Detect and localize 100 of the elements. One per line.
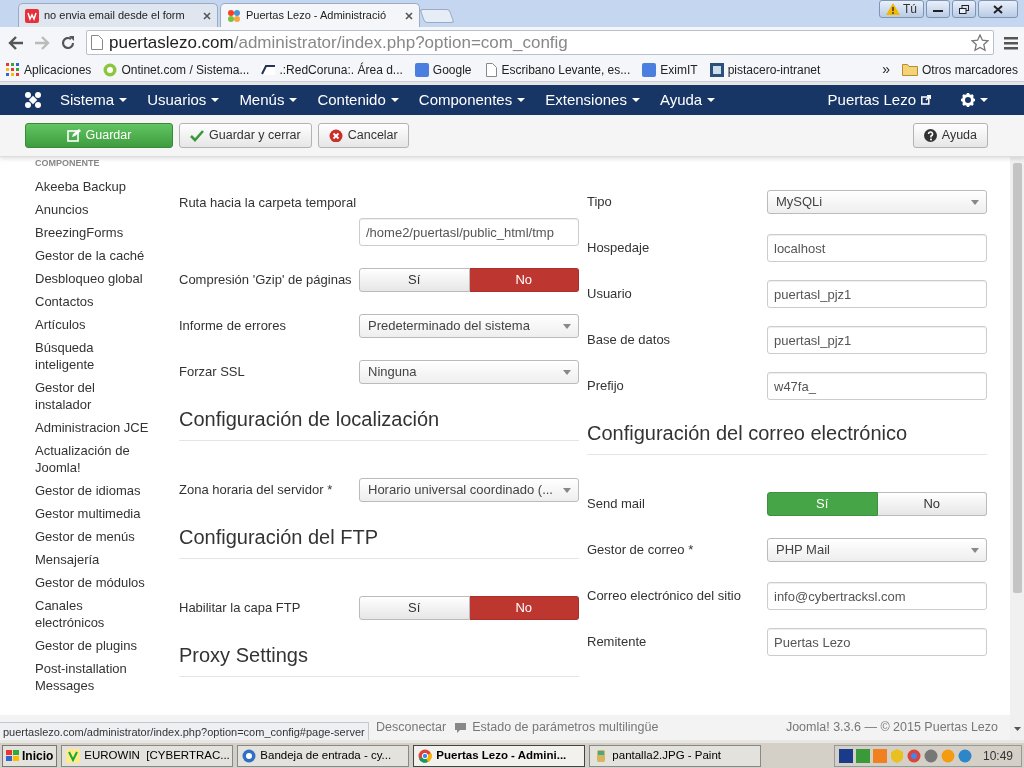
bookmark-link[interactable]: Escribano Levante, es... xyxy=(501,60,631,79)
dropdown-arrow-icon xyxy=(971,547,979,553)
taskbar-window[interactable]: Puertas Lezo - Admini... xyxy=(413,744,586,767)
save-close-button[interactable]: Guardar y cerrar xyxy=(179,123,312,148)
dropdown-arrow-icon xyxy=(971,199,979,205)
sidebar-link[interactable]: Actualización de Joomla! xyxy=(35,439,153,479)
minimize-button[interactable] xyxy=(926,0,950,18)
browser-icon xyxy=(418,748,433,763)
help-button[interactable]: Ayuda xyxy=(912,123,988,148)
cancel-button[interactable]: Cancelar xyxy=(317,123,409,148)
sidebar-link[interactable]: Administracion JCE xyxy=(35,416,153,439)
footer-link[interactable]: Desconectar xyxy=(376,718,447,737)
caret-icon xyxy=(211,98,220,102)
star-icon[interactable] xyxy=(971,33,989,52)
apps-icon xyxy=(6,62,20,77)
back-icon[interactable] xyxy=(8,35,24,50)
globe-icon xyxy=(103,62,118,77)
text-field[interactable]: info@cybertracksl.com xyxy=(767,582,987,610)
toggle-option[interactable]: Sí xyxy=(359,268,470,292)
nav-menu[interactable]: Ayuda xyxy=(649,88,726,112)
sidebar-link[interactable]: Mensajería xyxy=(35,548,153,571)
caret-icon xyxy=(631,98,640,102)
sidebar-link[interactable]: Post-installation Messages xyxy=(35,657,153,697)
text-field[interactable]: puertasl_pjz1 xyxy=(767,326,987,354)
site-icon xyxy=(709,62,724,77)
user-button[interactable]: Tú xyxy=(879,0,924,18)
logo-icon[interactable] xyxy=(24,91,42,109)
caret-icon xyxy=(390,98,399,102)
sidebar-link[interactable]: Artículos xyxy=(35,313,153,336)
reload-icon[interactable] xyxy=(60,34,76,51)
site-link[interactable]: Puertas Lezo xyxy=(817,88,941,112)
sidebar-link[interactable]: Gestor de plugins xyxy=(35,634,153,657)
copyright-text: Joomla! 3.3.6 — © 2015 Puertas Lezo xyxy=(785,719,998,737)
taskbar-window[interactable]: Bandeja de entrada - cy... xyxy=(237,744,410,767)
sidebar-link[interactable]: Búsqueda inteligente xyxy=(35,336,153,376)
dropdown[interactable]: Ninguna xyxy=(359,360,579,384)
app-icon xyxy=(242,748,257,763)
bookmark-link[interactable]: Google xyxy=(432,60,472,79)
dropdown[interactable]: PHP Mail xyxy=(767,538,987,562)
menu-icon[interactable] xyxy=(1004,35,1018,50)
flower-icon xyxy=(227,8,241,23)
text-field[interactable]: Puertas Lezo xyxy=(767,628,987,656)
site-icon xyxy=(414,62,429,77)
text-field[interactable]: puertasl_pjz1 xyxy=(767,280,987,308)
page-icon xyxy=(483,62,498,77)
close-button[interactable] xyxy=(978,0,1018,18)
restore-button[interactable] xyxy=(952,0,976,18)
toggle-option[interactable]: No xyxy=(469,596,579,620)
page-icon xyxy=(91,35,103,50)
nav-menu[interactable]: Componentes xyxy=(408,88,536,112)
footer-link[interactable]: Estado de parámetros multilingüe xyxy=(472,718,659,737)
sidebar-link[interactable]: Gestor del instalador xyxy=(35,376,153,416)
bookmark-link[interactable]: pistacero-intranet xyxy=(727,60,821,79)
nav-menu[interactable]: Menús xyxy=(229,88,308,112)
bookmark-folder[interactable]: Otros marcadores xyxy=(921,60,1018,79)
caret-icon xyxy=(707,98,716,102)
settings-icon xyxy=(961,93,975,107)
tray-icon[interactable] xyxy=(906,748,921,763)
browser-tab[interactable]: Puertas Lezo - Administració xyxy=(220,3,420,27)
bookmark-link[interactable]: .:RedCoruna:. Área d... xyxy=(279,60,403,79)
dropdown[interactable]: Predeterminado del sistema xyxy=(359,314,579,338)
sidebar-link[interactable]: BreezingForms xyxy=(35,221,153,244)
start-button[interactable]: Inicio xyxy=(2,744,58,767)
tray-icon[interactable] xyxy=(923,748,938,763)
sidebar-link[interactable]: Anuncios xyxy=(35,198,153,221)
sidebar-link[interactable]: Gestor de menús xyxy=(35,525,153,548)
sidebar-link[interactable]: Canales electrónicos xyxy=(35,594,153,634)
field-label: Base de datos xyxy=(587,331,672,350)
field-label: Usuario xyxy=(587,285,633,304)
text-field[interactable]: localhost xyxy=(767,234,987,262)
nav-menu[interactable]: Usuarios xyxy=(137,88,230,112)
bookmark-link[interactable]: Aplicaciones xyxy=(24,60,92,79)
taskbar-window[interactable]: pantalla2.JPG - Paint xyxy=(589,744,762,767)
toggle-option[interactable]: Sí xyxy=(359,596,470,620)
bookmark-link[interactable]: Ontinet.com / Sistema... xyxy=(121,60,250,79)
nav-menu[interactable]: Sistema xyxy=(50,88,138,112)
nav-menu[interactable]: Extensiones xyxy=(535,88,650,112)
sidebar-link[interactable]: Contactos xyxy=(35,290,153,313)
sidebar-link[interactable]: Gestor multimedia xyxy=(35,502,153,525)
taskbar-window[interactable]: EUROWIN [CYBERTRAC... xyxy=(61,744,234,767)
sidebar-link[interactable]: Gestor de módulos xyxy=(35,571,153,594)
sidebar-link[interactable]: Gestor de idiomas xyxy=(35,479,153,502)
toggle-option[interactable]: No xyxy=(877,492,987,516)
toggle-option[interactable]: No xyxy=(469,268,579,292)
bookmark-link[interactable]: EximIT xyxy=(660,60,698,79)
close-icon[interactable] xyxy=(405,11,413,20)
text-field[interactable]: /home2/puertasl/public_html/tmp xyxy=(359,218,579,246)
close-icon[interactable] xyxy=(203,11,211,20)
dropdown[interactable]: MySQLi xyxy=(767,190,987,214)
sidebar-link[interactable]: Gestor de la caché xyxy=(35,244,153,267)
sidebar-link[interactable]: Akeeba Backup xyxy=(35,175,153,198)
text-field[interactable]: w47fa_ xyxy=(767,372,987,400)
nav-menu[interactable]: Contenido xyxy=(307,88,409,112)
windows-icon xyxy=(6,749,20,762)
sidebar-link[interactable]: Desbloqueo global xyxy=(35,267,153,290)
tray-icon[interactable] xyxy=(838,748,853,763)
field-label: Tipo xyxy=(587,193,613,212)
browser-tab[interactable]: no envia email desde el form xyxy=(18,3,218,27)
more-bookmarks-button[interactable]: » xyxy=(882,59,890,80)
dropdown[interactable]: Horario universal coordinado (... xyxy=(359,478,579,502)
